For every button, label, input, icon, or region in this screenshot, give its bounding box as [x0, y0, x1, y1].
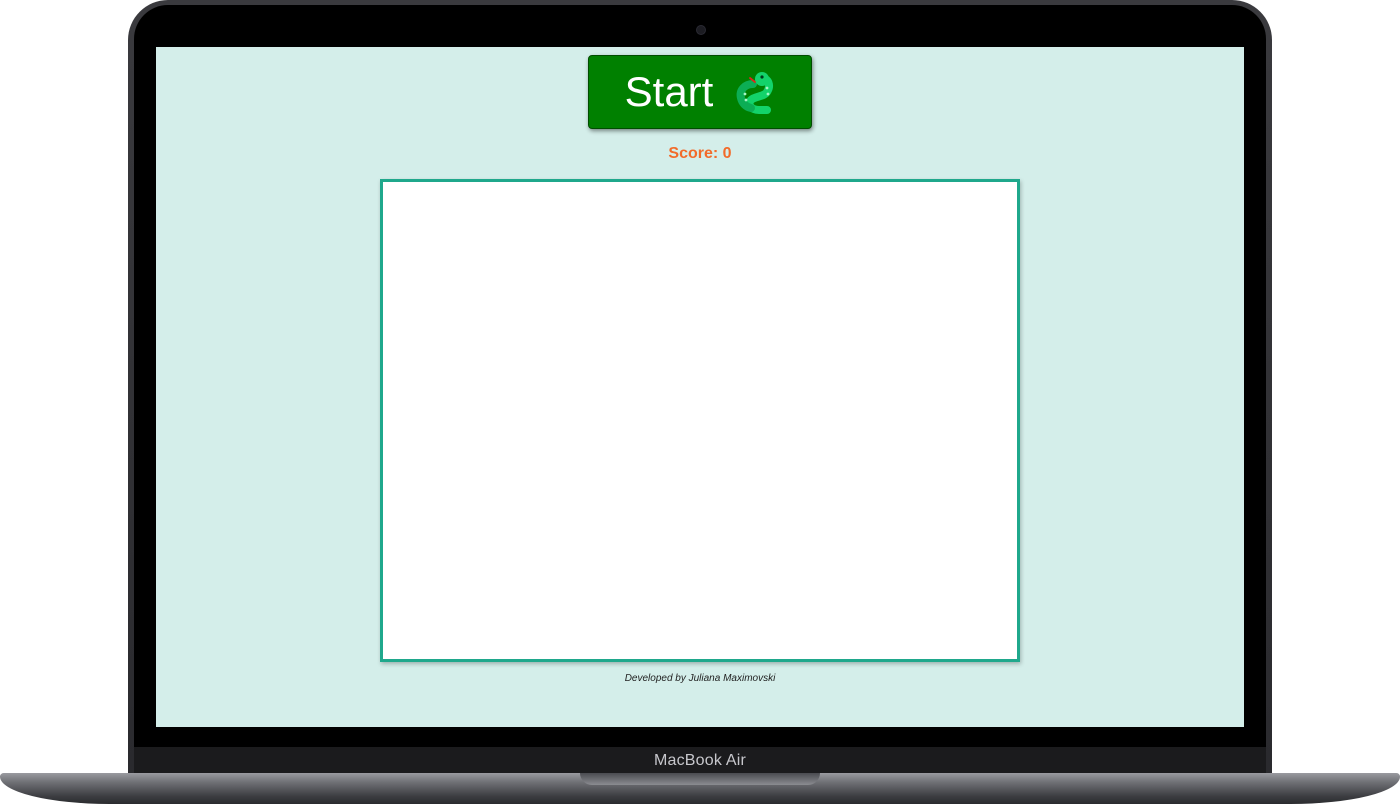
- start-button-label: Start: [624, 68, 714, 115]
- device-brand-label: MacBook Air: [653, 752, 746, 769]
- laptop-opening-notch: [580, 773, 820, 785]
- start-button[interactable]: Start: [588, 55, 812, 129]
- snake-icon: [736, 72, 774, 114]
- developer-credit: Developed by Juliana Maximovski: [624, 673, 776, 684]
- game-board[interactable]: [380, 179, 1020, 662]
- app-screen: Start Score: 0 Developed by Juliana Maxi…: [156, 47, 1244, 727]
- laptop-mockup: Start Score: 0 Developed by Juliana Maxi…: [0, 0, 1400, 804]
- camera-icon: [697, 26, 705, 34]
- score-display: Score: 0: [668, 145, 732, 162]
